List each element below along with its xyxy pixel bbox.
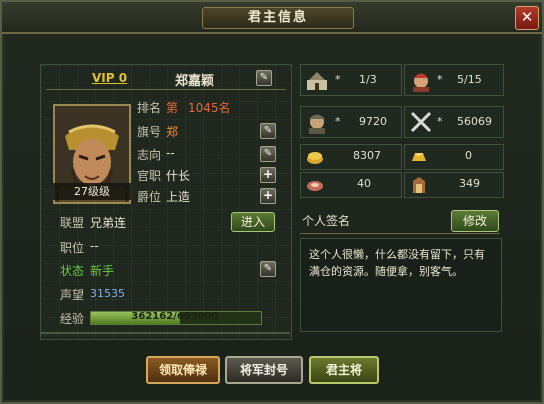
lord-general-button[interactable]: 君主将 [309,356,379,384]
signature-text: 这个人很懒，什么都没有留下，只有满仓的资源。随便拿，别客气。 [309,248,485,278]
general-icon [413,73,429,92]
gold-ingot-icon [412,153,426,161]
crossed-swords-icon [410,111,432,133]
stat-food-value: 40 [357,177,371,190]
vip-link[interactable]: VIP 0 [92,71,127,85]
prestige-label: 声望 [60,288,85,302]
lord-level: 27级级 [53,183,131,200]
general-title-button[interactable]: 将军封号 [225,356,303,384]
stat-troops-star: * [437,115,443,128]
stat-generals-star: * [437,73,443,86]
window-title: 君主信息 [202,7,354,29]
enter-alliance-button[interactable]: 进入 [231,212,275,232]
player-name: 郑嘉颖 [175,74,215,89]
stat-copper-value: 8307 [353,149,381,162]
office-label: 官职 [137,169,162,183]
alliance-label: 联盟 [60,216,85,230]
stat-population: * 9720 [300,106,402,138]
city-icon [307,72,327,90]
name-bar [46,67,286,90]
stat-generals: * 5/15 [404,64,504,96]
stat-gold: 0 [404,144,504,170]
upgrade-office-button[interactable]: + [260,167,276,183]
edit-status-button[interactable]: ✎ [260,261,276,277]
close-button[interactable]: ✕ [515,6,539,30]
signature-divider [300,233,500,234]
office-value: 什长 [166,169,191,183]
copper-coins-icon [307,152,323,164]
stat-cities: * 1/3 [300,64,402,96]
stat-population-value: 9720 [359,115,387,128]
stat-cities-value: 1/3 [359,73,377,86]
edit-name-button[interactable]: ✎ [256,70,272,86]
alliance-value: 兄弟连 [90,216,127,230]
title-value: 上造 [166,190,191,204]
population-icon [309,114,325,134]
stat-troops: * 56069 [404,106,504,138]
title-label: 爵位 [137,190,162,204]
prestige-value: 31535 [90,287,125,300]
flag-value: 郑 [166,125,179,139]
rank-label: 排名 [137,101,162,115]
position-value: -- [90,239,99,253]
honor-icon [413,177,425,193]
exp-label: 经验 [60,312,85,326]
divider [40,332,290,334]
ambition-label: 志向 [137,148,162,162]
food-icon [307,181,323,191]
stat-food: 40 [300,172,402,198]
collect-salary-button[interactable]: 领取俸禄 [146,356,220,384]
stat-generals-value: 5/15 [457,73,482,86]
stat-cities-star: * [335,73,341,86]
upgrade-title-button[interactable]: + [260,188,276,204]
stat-honor: 349 [404,172,504,198]
ambition-value: -- [166,146,175,160]
stat-honor-value: 349 [459,177,480,190]
exp-text: 362162/693000 [131,311,219,322]
stat-troops-value: 56069 [457,115,492,128]
stat-copper: 8307 [300,144,402,170]
edit-ambition-button[interactable]: ✎ [260,146,276,162]
stat-gold-value: 0 [465,149,472,162]
edit-flag-button[interactable]: ✎ [260,123,276,139]
signature-title: 个人签名 [302,214,351,228]
status-value: 新手 [90,264,115,278]
rank-prefix: 第 [166,101,179,115]
stat-population-star: * [335,115,341,128]
position-label: 职位 [60,241,85,255]
status-label: 状态 [60,264,85,278]
modify-signature-button[interactable]: 修改 [451,210,499,232]
flag-label: 旗号 [137,125,162,139]
rank-value: 1045名 [188,101,231,115]
